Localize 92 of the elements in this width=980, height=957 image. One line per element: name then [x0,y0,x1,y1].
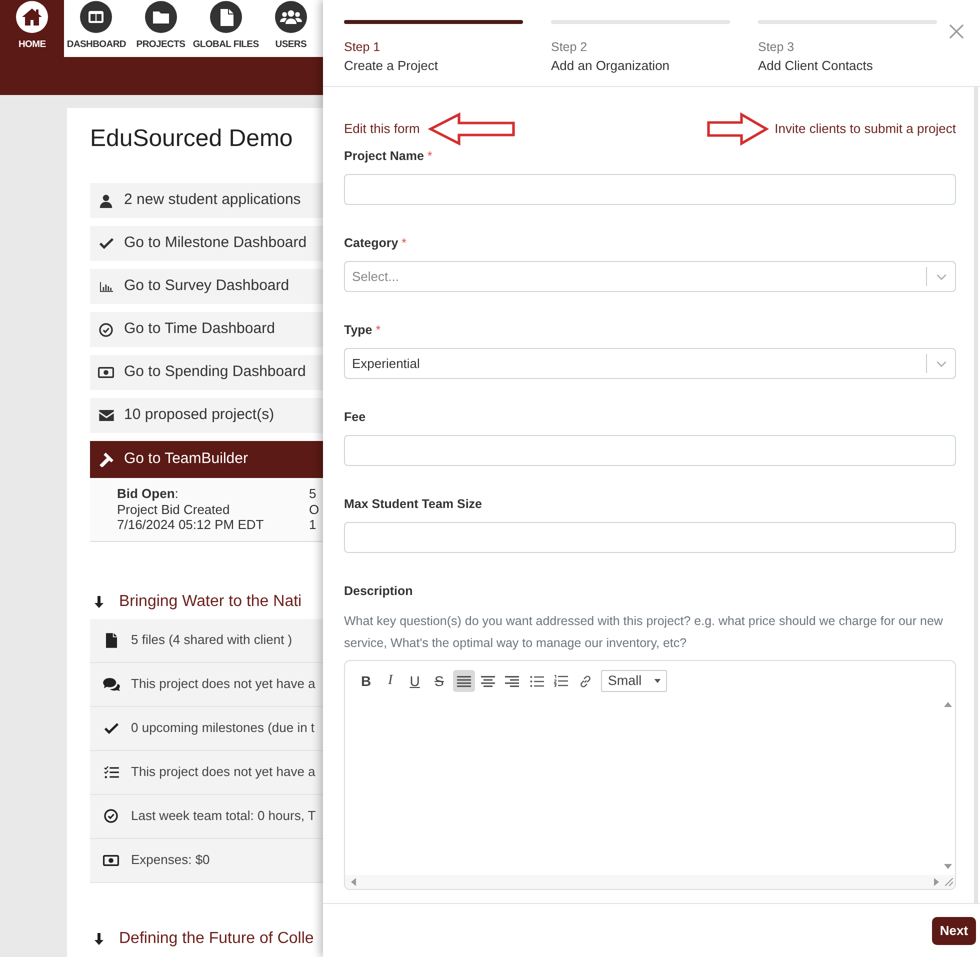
house-icon [16,1,48,33]
bullet-list-icon [530,676,544,686]
file-icon [210,1,242,33]
align-right-icon [505,676,520,686]
menu-link[interactable]: 10 proposed project(s) [90,398,323,433]
italic-button[interactable]: I [379,670,402,692]
project-title[interactable]: Defining the Future of Colle [119,926,314,950]
scroll-down-icon[interactable] [944,864,952,869]
info-text: 0 upcoming milestones (due in t [131,719,315,738]
help-text: What key question(s) do you want addressed with this project? e.g. what price should we charge for our new service, What's the optimal way to manage our inventory, etc? [344,613,944,652]
info-text: This project does not yet have a [131,763,316,782]
money-icon [103,854,119,866]
menu-link[interactable]: Go to Time Dashboard [90,312,323,347]
menu-link[interactable]: Go to Milestone Dashboard [90,226,323,261]
users-icon [274,1,307,33]
next-button[interactable]: Next [932,916,976,944]
arrow-down-icon [94,932,104,944]
chevron-down-icon [936,360,946,366]
clock-icon [99,322,113,336]
scroll-up-icon[interactable] [944,702,952,707]
nav-tab[interactable]: PROJECTS [128,0,193,57]
resize-grip-icon [945,878,953,886]
step-label: Step 3 [758,40,794,55]
edit-form-link[interactable]: Edit this form [344,119,420,139]
chevron-down-icon [936,274,946,280]
horizontal-scrollbar[interactable] [345,875,955,889]
person-icon [99,194,113,208]
bid-text: 7/16/2024 05:12 PM EDT [117,517,265,532]
dropdown-field[interactable]: Experiential [344,348,956,379]
bold-button[interactable]: B [355,670,377,692]
step-title: Add Client Contacts [758,57,873,74]
dropdown-field[interactable]: Select... [344,261,956,292]
project-title[interactable]: Bringing Water to the Nati [119,590,302,614]
caret-down-icon [654,679,661,683]
step-title: Create a Project [344,57,438,74]
bar-chart-icon [100,282,112,292]
nav-tab[interactable]: USERS [258,0,323,57]
field-label: Max Student Team Size [344,496,483,513]
menu-link[interactable]: Go to Spending Dashboard [90,355,323,390]
align-justify-icon [456,676,471,686]
menu-link[interactable]: 2 new student applications [90,183,323,218]
numbered-list-icon [554,675,568,687]
field-label: Description [344,583,414,600]
field-label: Type * [344,322,382,339]
hammer-icon [98,452,114,467]
nav-tab[interactable]: HOME [0,0,64,57]
info-text: Last week team total: 0 hours, T [131,807,316,826]
bid-text: O [309,502,320,517]
envelope-icon [98,410,114,421]
checklist-icon [104,766,118,778]
arrow-down-icon [94,596,104,608]
step-label: Step 2 [551,40,588,55]
bid-text: Bid Open: [117,486,180,502]
size-dropdown[interactable]: Small [600,670,667,692]
bid-text: Project Bid Created [117,502,231,517]
align-center-icon [480,676,495,686]
info-text: Expenses: $0 [131,851,210,870]
right-arrow-icon [706,112,769,146]
toolbar-button[interactable] [452,670,475,692]
input-field[interactable] [344,522,956,553]
input-field[interactable] [344,435,956,466]
field-label: Fee [344,409,367,426]
scroll-left-icon [351,878,356,886]
underline-button[interactable]: U [404,670,426,692]
bid-text: 5 [309,486,318,502]
info-text: This project does not yet have a [131,675,316,694]
field-label: Project Name * [344,148,434,165]
check-icon [104,722,118,734]
clock-icon [104,809,118,823]
info-text: 5 files (4 shared with client ) [131,631,292,650]
check-icon [98,238,114,249]
nav-tab[interactable]: DASHBOARD [64,0,129,57]
columns-icon [80,1,112,33]
menu-link[interactable]: Go to Survey Dashboard [90,269,323,304]
money-icon [98,367,114,378]
nav-tab[interactable]: GLOBAL FILES [192,0,259,57]
menu-link[interactable]: Go to TeamBuilder [90,441,323,478]
strike-button[interactable]: S [428,670,450,692]
field-label: Category * [344,235,408,252]
file-icon [106,632,116,648]
invite-clients-link[interactable]: Invite clients to submit a project [774,119,956,139]
page-title: EduSourced Demo [90,124,294,154]
scroll-right-icon [934,878,939,886]
folder-icon [144,1,177,33]
input-field[interactable] [344,174,956,205]
link-icon [579,674,592,688]
step-title: Add an Organization [551,57,670,74]
left-arrow-icon [428,112,516,146]
step-label: Step 1 [344,40,380,55]
comments-icon [102,678,120,690]
close-icon[interactable] [949,24,964,39]
bid-text: 1 [309,517,318,532]
